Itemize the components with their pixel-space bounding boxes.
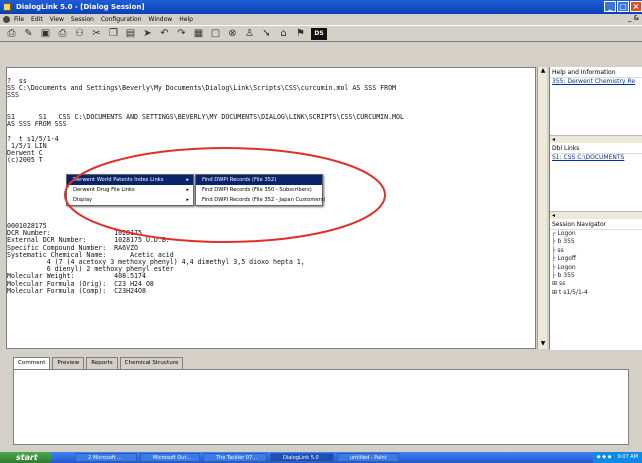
tree-item[interactable]: ├ ss (552, 247, 642, 255)
help-hscroll[interactable]: ◂ (550, 135, 642, 143)
help-link[interactable]: 355: Derwent Chemistry Re (550, 78, 642, 85)
tab-comment[interactable]: Comment (13, 357, 51, 369)
tree-item[interactable]: ⊞ ss (552, 280, 642, 288)
task-button-paint[interactable]: untitled - Paint (337, 453, 399, 462)
tree-item[interactable]: ├ Logoff (552, 255, 642, 263)
clock: 9:07 AM (617, 454, 638, 460)
links-hscroll[interactable]: ◂ (550, 211, 642, 219)
scroll-left-icon[interactable]: ◂ (552, 212, 555, 219)
task-button-tackler[interactable]: The Tackler 07... (203, 453, 267, 462)
system-tray: ◆ ◆ ◆ 9:07 AM (592, 452, 642, 463)
links-item[interactable]: S1: CSS C:\DOCUMENTS (550, 154, 642, 161)
bottom-tabs: Comment Preview Reports Chemical Structu… (13, 357, 184, 369)
task-button-word[interactable]: 2 Microsoft ... (75, 453, 137, 462)
tab-reports[interactable]: Reports (86, 357, 118, 369)
scroll-left-icon[interactable]: ◂ (552, 136, 555, 143)
tab-preview[interactable]: Preview (52, 357, 85, 369)
tray-icons[interactable]: ◆ ◆ ◆ (597, 452, 612, 463)
comment-pane[interactable] (13, 369, 629, 445)
help-info-header: Help and Information (550, 67, 642, 78)
session-tree: ┌ Logon ├ b 355 ├ ss ├ Logoff ├ Logon ├ … (550, 230, 642, 297)
task-button-dialoglink[interactable]: DialogLink 5.0 (270, 453, 334, 462)
tree-item[interactable]: ├ b 355 (552, 238, 642, 246)
session-navigator-header: Session Navigator (550, 219, 642, 230)
tree-item[interactable]: ├ Logon (552, 264, 642, 272)
tab-chemical-structure[interactable]: Chemical Structure (119, 357, 184, 369)
tree-item[interactable]: ├ b 355 (552, 272, 642, 280)
right-panel: Help and Information 355: Derwent Chemis… (549, 67, 642, 350)
start-button[interactable]: start (0, 452, 52, 463)
taskbar: start 2 Microsoft ... Microsoft Out... T… (0, 452, 642, 463)
tree-item[interactable]: ⊞ t s1/5/1-4 (552, 289, 642, 297)
task-button-outlook[interactable]: Microsoft Out... (140, 453, 200, 462)
links-header: Dbl Links (550, 143, 642, 154)
